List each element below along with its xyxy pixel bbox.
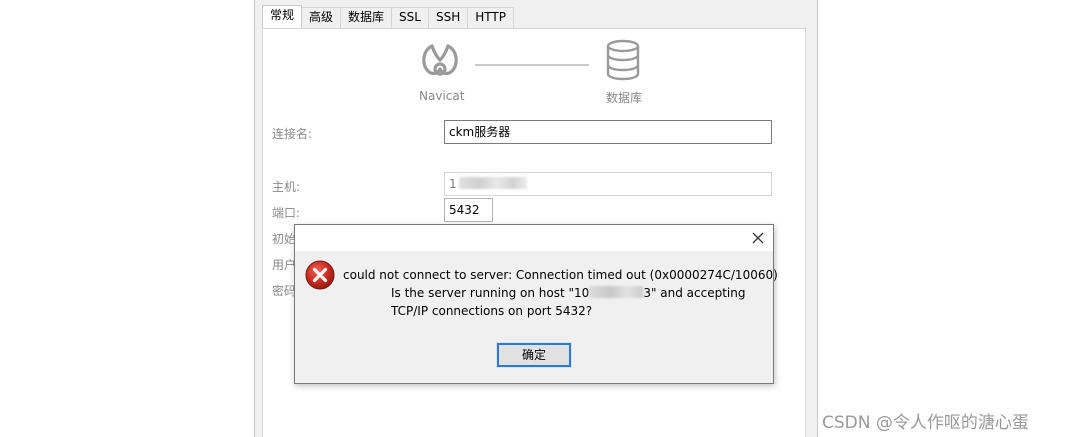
redacted-ip	[589, 286, 644, 298]
connection-name-input[interactable]: ckm服务器	[444, 120, 772, 144]
host-label: 主机:	[272, 180, 301, 194]
line2-prefix: Is the server running on host "10	[391, 286, 590, 300]
password-label: 密码	[272, 284, 297, 298]
initial-database-label: 初始	[272, 232, 297, 246]
tab-ssh[interactable]: SSH	[427, 7, 469, 28]
error-message-line2: Is the server running on host "10 3" and …	[391, 286, 745, 300]
connection-name-value: ckm服务器	[449, 125, 511, 139]
screen: 常规 高级 数据库 SSL SSH HTTP Navicat 数据库 连接名: …	[0, 0, 1069, 437]
connection-line	[475, 64, 589, 66]
navicat-caption: Navicat	[419, 89, 465, 103]
port-label: 端口:	[272, 206, 301, 220]
port-value: 5432	[449, 203, 480, 217]
host-value: 1	[449, 177, 457, 191]
close-icon[interactable]	[749, 229, 767, 247]
connection-name-label: 连接名:	[272, 127, 313, 141]
watermark-text: CSDN @令人作呕的溏心蛋	[822, 413, 1029, 433]
line2-suffix: 3" and accepting	[643, 286, 746, 300]
tab-bar: 常规 高级 数据库 SSL SSH HTTP	[262, 5, 514, 28]
error-dialog: could not connect to server: Connection …	[294, 224, 778, 384]
database-icon	[605, 39, 641, 81]
navicat-logo-icon	[418, 38, 462, 82]
redacted-host	[458, 177, 527, 189]
error-circle-icon	[305, 260, 335, 290]
error-message-line1: could not connect to server: Connection …	[343, 268, 778, 282]
tab-advanced[interactable]: 高级	[301, 7, 342, 28]
username-label: 用户	[272, 258, 297, 272]
ok-button[interactable]: 确定	[496, 342, 572, 368]
dialog-titlebar	[295, 225, 773, 251]
database-caption: 数据库	[606, 91, 643, 105]
tab-database[interactable]: 数据库	[340, 7, 393, 28]
dialog-body: could not connect to server: Connection …	[295, 251, 778, 383]
tab-ssl[interactable]: SSL	[391, 7, 429, 28]
tab-general[interactable]: 常规	[262, 5, 303, 28]
tab-http[interactable]: HTTP	[467, 7, 514, 28]
port-input[interactable]: 5432	[444, 198, 493, 222]
error-message-line3: TCP/IP connections on port 5432?	[391, 304, 593, 318]
host-input[interactable]: 1	[444, 172, 772, 196]
